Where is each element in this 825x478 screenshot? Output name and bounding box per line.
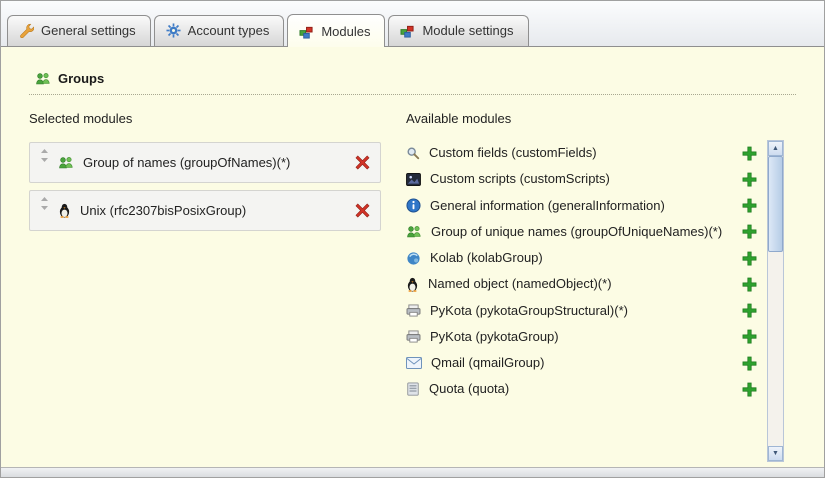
modules-icon (299, 25, 314, 39)
available-module-row: Kolab (kolabGroup) (406, 245, 767, 271)
tab-general-settings[interactable]: General settings (7, 15, 151, 46)
section-title: Groups (58, 71, 104, 86)
available-module-label: Named object (namedObject)(*) (428, 276, 612, 292)
scrollbar[interactable]: ▲ ▼ (767, 140, 784, 462)
add-module-button[interactable] (742, 277, 757, 292)
remove-module-button[interactable] (355, 203, 370, 218)
printer-icon (406, 304, 421, 317)
mail-icon (406, 357, 422, 369)
magnifier-icon (406, 146, 420, 160)
available-module-label: PyKota (pykotaGroupStructural)(*) (430, 303, 628, 319)
add-module-button[interactable] (742, 356, 757, 371)
available-module-label: Group of unique names (groupOfUniqueName… (431, 224, 722, 240)
tab-module-settings[interactable]: Module settings (388, 15, 528, 46)
module-columns: Selected modules Group of names (groupOf… (29, 111, 796, 462)
add-module-button[interactable] (742, 198, 757, 213)
available-modules-heading: Available modules (406, 111, 784, 126)
scrollbar-track[interactable] (768, 156, 783, 446)
remove-module-button[interactable] (355, 155, 370, 170)
available-module-label: Qmail (qmailGroup) (431, 355, 544, 371)
available-module-label: General information (generalInformation) (430, 198, 665, 214)
selected-module-label: Unix (rfc2307bisPosixGroup) (80, 203, 246, 218)
available-module-row: Custom scripts (customScripts) (406, 166, 767, 192)
bottom-edge (1, 467, 824, 477)
scroll-up-button[interactable]: ▲ (768, 141, 783, 156)
group-icon (58, 156, 74, 170)
tab-label: General settings (41, 23, 136, 38)
drive-icon (406, 382, 420, 396)
add-module-button[interactable] (742, 224, 757, 239)
add-module-button[interactable] (742, 146, 757, 161)
available-module-row: Group of unique names (groupOfUniqueName… (406, 219, 767, 245)
tab-bar: General settings Account types Modules Modu… (1, 1, 824, 47)
add-module-button[interactable] (742, 382, 757, 397)
available-modules-column: Available modules Custom fields (customF… (406, 111, 784, 462)
add-module-button[interactable] (742, 329, 757, 344)
available-modules-list: Custom fields (customFields) Custom scrip… (406, 140, 767, 462)
available-module-row: Named object (namedObject)(*) (406, 271, 767, 297)
available-modules-area: Custom fields (customFields) Custom scrip… (406, 140, 784, 462)
drag-handle-icon[interactable] (40, 149, 49, 162)
available-module-row: General information (generalInformation) (406, 193, 767, 219)
selected-module-row: Unix (rfc2307bisPosixGroup) (29, 190, 381, 231)
gear-icon (166, 23, 181, 38)
tab-label: Module settings (422, 23, 513, 38)
tab-label: Modules (321, 24, 370, 39)
available-module-row: Qmail (qmailGroup) (406, 350, 767, 376)
available-module-label: Quota (quota) (429, 381, 509, 397)
modules-icon (400, 24, 415, 38)
wrench-icon (19, 23, 34, 38)
available-module-label: PyKota (pykotaGroup) (430, 329, 559, 345)
tab-account-types[interactable]: Account types (154, 15, 285, 46)
penguin-icon (58, 203, 71, 218)
add-module-button[interactable] (742, 172, 757, 187)
available-module-row: Custom fields (customFields) (406, 140, 767, 166)
tab-label: Account types (188, 23, 270, 38)
available-module-row: PyKota (pykotaGroupStructural)(*) (406, 298, 767, 324)
available-module-label: Custom scripts (customScripts) (430, 171, 610, 187)
drag-handle-icon[interactable] (40, 197, 49, 210)
tab-modules[interactable]: Modules (287, 14, 385, 47)
group-icon (406, 225, 422, 239)
kolab-icon (406, 251, 421, 266)
group-icon (35, 72, 51, 86)
content-panel: Groups Selected modules Group of names (… (1, 47, 824, 467)
penguin-icon (406, 277, 419, 292)
selected-modules-list: Group of names (groupOfNames)(*) Unix (rf… (29, 142, 381, 231)
lam-configuration-page: General settings Account types Modules Modu… (0, 0, 825, 478)
available-module-label: Kolab (kolabGroup) (430, 250, 543, 266)
selected-module-label: Group of names (groupOfNames)(*) (83, 155, 290, 170)
add-module-button[interactable] (742, 251, 757, 266)
scrollbar-thumb[interactable] (768, 156, 783, 252)
add-module-button[interactable] (742, 303, 757, 318)
groups-section-header: Groups (29, 67, 796, 95)
selected-modules-heading: Selected modules (29, 111, 381, 126)
available-module-row: PyKota (pykotaGroup) (406, 324, 767, 350)
scroll-down-button[interactable]: ▼ (768, 446, 783, 461)
info-icon (406, 198, 421, 213)
printer-icon (406, 330, 421, 343)
available-module-label: Custom fields (customFields) (429, 145, 597, 161)
image-icon (406, 173, 421, 186)
available-module-row: Quota (quota) (406, 376, 767, 402)
selected-module-row: Group of names (groupOfNames)(*) (29, 142, 381, 183)
selected-modules-column: Selected modules Group of names (groupOf… (29, 111, 381, 462)
